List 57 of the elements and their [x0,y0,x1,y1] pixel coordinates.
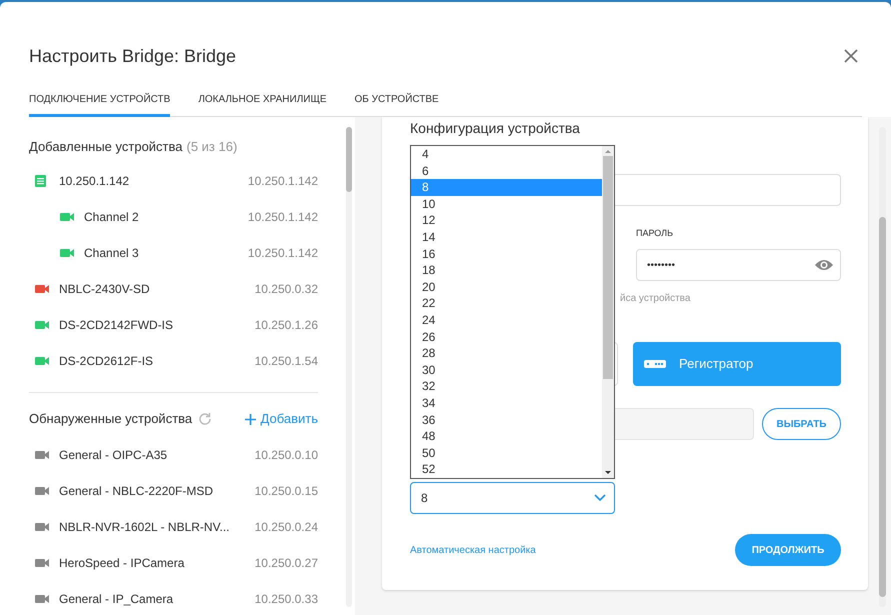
eye-icon[interactable] [814,258,834,272]
close-icon[interactable] [843,48,859,64]
field-label: ПАРОЛЬ [636,227,674,240]
section-title: Добавленные устройства [29,138,182,156]
device-row[interactable]: NBLC-2430V-SD 10.250.0.32 [29,271,318,307]
camera-icon [35,558,49,568]
dropdown-option[interactable]: 14 [411,228,602,246]
dropdown-option[interactable]: 36 [411,412,602,428]
camera-icon [35,450,49,460]
device-row[interactable]: DS-2CD2142FWD-IS 10.250.1.26 [29,307,318,343]
dropdown-option[interactable]: 28 [411,345,602,362]
dropdown-option[interactable]: 10 [411,196,602,212]
dropdown-option[interactable]: 18 [411,262,602,279]
device-count: (5 из 16) [186,138,238,156]
password-field[interactable]: •••••••• [636,249,841,281]
section-title: Обнаруженные устройства [29,410,192,428]
scrollbar-thumb[interactable] [603,156,613,379]
dropdown-option[interactable]: 22 [411,295,602,312]
device-row[interactable]: NBLR-NVR-1602L - NBLR-NV... 10.250.0.24 [29,509,318,545]
device-row[interactable]: HeroSpeed - IPCamera 10.250.0.27 [29,545,318,581]
dialog-title: Настроить Bridge: Bridge [29,44,236,68]
chevron-down-icon [594,494,606,502]
tab[interactable]: ПОДКЛЮЧЕНИЕ УСТРОЙСТВ [29,87,170,117]
channels-select[interactable]: 8 [410,482,615,514]
tab[interactable]: ЛОКАЛЬНОЕ ХРАНИЛИЩЕ [198,87,326,117]
device-row[interactable]: General - NBLC-2220F-MSD 10.250.0.15 [29,473,318,509]
dropdown-option[interactable]: 52 [411,461,602,478]
dropdown-option[interactable]: 32 [411,378,602,395]
dropdown-option[interactable]: 6 [411,162,602,180]
dropdown-list[interactable]: 4 6 8 10 12 14 16 18 20 22 24 26 28 30 32 34 36 48 50 52 [410,145,615,479]
dropdown-option[interactable]: 30 [411,362,602,378]
tab[interactable]: ОБ УСТРОЙСТВЕ [354,87,439,117]
plus-icon [244,414,256,424]
device-row[interactable]: Channel 3 10.250.1.142 [29,235,318,271]
hint-text: йса устройства [620,293,690,304]
scrollbar-thumb[interactable] [879,217,886,597]
dropdown-option[interactable]: 4 [411,146,602,163]
dropdown-option[interactable]: 48 [411,428,602,445]
camera-icon [35,522,49,532]
dropdown-option[interactable]: 50 [411,444,602,462]
device-row[interactable]: DS-2CD2612F-IS 10.250.1.54 [29,343,318,379]
card-title: Конфигурация устройства [410,119,581,138]
dropdown-option[interactable]: 12 [411,212,602,229]
camera-icon [35,486,49,496]
device-row[interactable]: General - IP_Camera 10.250.0.33 [29,581,318,615]
recorder-icon [644,360,666,368]
device-row[interactable]: General - OIPC-A35 10.250.0.10 [29,437,318,473]
device-row[interactable]: Channel 2 10.250.1.142 [29,199,318,235]
dropdown-option[interactable]: 24 [411,312,602,329]
device-row[interactable]: 10.250.1.142 10.250.1.142 [29,163,318,199]
scrollbar-thumb[interactable] [346,127,352,192]
refresh-icon[interactable] [198,412,212,426]
dropdown-option[interactable]: 20 [411,278,602,296]
dropdown-option[interactable]: 16 [411,246,602,262]
dropdown-option[interactable]: 34 [411,394,602,412]
camera-icon [35,594,49,604]
dropdown-option[interactable]: 26 [411,328,602,346]
